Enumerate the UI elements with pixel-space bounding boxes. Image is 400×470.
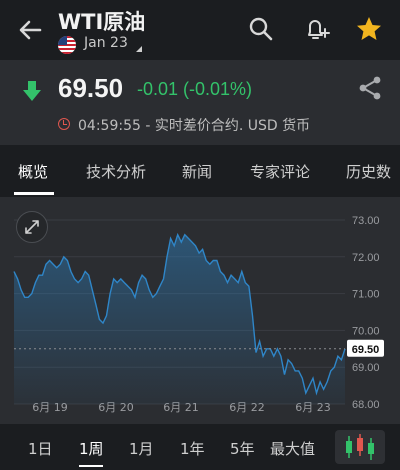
range-1y[interactable]: 1年: [180, 438, 205, 459]
active-range-indicator: [79, 465, 103, 467]
us-flag-icon: [58, 36, 76, 54]
candlestick-icon: [346, 434, 374, 460]
time-range-bar: 1日 1周 1月 1年 5年 最大值: [0, 424, 400, 470]
range-5y[interactable]: 5年: [230, 438, 255, 459]
range-1d[interactable]: 1日: [28, 438, 53, 459]
tab-technical[interactable]: 技术分析: [86, 161, 146, 182]
tab-news[interactable]: 新闻: [182, 161, 212, 182]
y-tick-label: 70.00: [352, 325, 380, 337]
price-area: [14, 234, 345, 404]
section-tabs: 概览 技术分析 新闻 专家评论 历史数: [0, 145, 400, 197]
chart-type-button[interactable]: [335, 430, 385, 464]
quote-panel: 69.50 -0.01 (-0.01%) 04:59:55 - 实时差价合约. …: [0, 60, 400, 145]
tab-historical[interactable]: 历史数: [346, 161, 391, 182]
price-chart[interactable]: 73.00 72.00 71.00 70.00 69.00 68.00 6月 19 6月 20…: [0, 197, 400, 424]
y-tick-label: 73.00: [352, 215, 380, 227]
chevron-down-icon[interactable]: [136, 46, 142, 52]
range-1w[interactable]: 1周: [79, 438, 104, 459]
search-icon: [249, 17, 273, 41]
share-button[interactable]: [356, 74, 384, 102]
add-alert-button[interactable]: [302, 14, 332, 44]
last-price: 69.50: [58, 73, 124, 103]
range-max[interactable]: 最大值: [270, 438, 315, 459]
expand-icon: [25, 220, 39, 234]
app-bar: WTI原油 Jan 23: [0, 0, 400, 60]
y-tick-label: 68.00: [352, 399, 380, 411]
clock-icon: [58, 118, 70, 130]
tab-overview[interactable]: 概览: [18, 161, 48, 182]
active-tab-indicator: [14, 192, 54, 195]
share-icon: [359, 76, 381, 100]
down-arrow-icon: [23, 81, 41, 101]
back-button[interactable]: [14, 14, 46, 46]
back-arrow-icon: [19, 20, 42, 40]
fullscreen-button[interactable]: [16, 211, 48, 243]
y-tick-label: 69.00: [352, 362, 380, 374]
date-selector[interactable]: Jan 23: [84, 35, 128, 51]
instrument-title: WTI原油: [58, 10, 146, 34]
tab-analysis[interactable]: 专家评论: [250, 161, 310, 182]
quote-status: 04:59:55 - 实时差价合约. USD 货币: [78, 118, 311, 134]
price-change: -0.01 (-0.01%): [137, 79, 253, 99]
range-1m[interactable]: 1月: [129, 438, 154, 459]
favorite-button[interactable]: [354, 14, 384, 44]
star-icon: [357, 17, 381, 40]
search-button[interactable]: [246, 14, 276, 44]
last-price-label: 69.50: [352, 344, 380, 356]
y-tick-label: 71.00: [352, 289, 380, 301]
y-tick-label: 72.00: [352, 252, 380, 264]
price-chart-svg: 73.0072.0071.0070.0069.0068.006月 19 6月 20…: [13, 215, 384, 414]
add-alert-icon: [308, 20, 330, 39]
